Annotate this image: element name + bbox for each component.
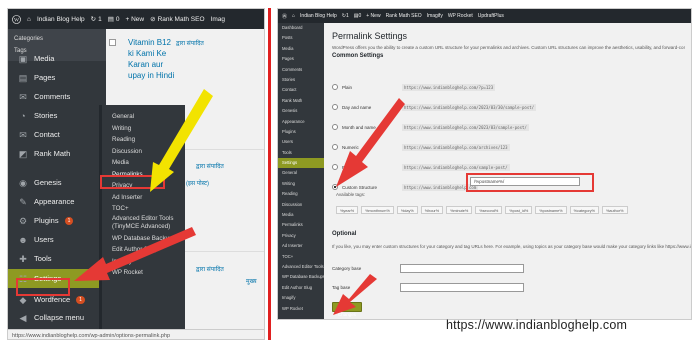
red-divider-line [268,8,271,340]
website-url: https://www.indianbloghelp.com [446,318,628,332]
red-arrow-bottom [333,274,377,315]
red-arrow-top [336,98,405,187]
yellow-arrow [150,89,213,192]
annotation-arrows [74,89,213,281]
left-screenshot: W ⌂ Indian Blog Help ↻ 1 ▤ 0 + New ⊘ Ran… [7,8,265,340]
right-screenshot: Ⓦ ⌂ Indian Blog Help ↻1 ▤0 + New Rank Ma… [277,8,692,320]
red-arrow-left [74,227,196,281]
annotation-arrows-right [333,98,405,315]
